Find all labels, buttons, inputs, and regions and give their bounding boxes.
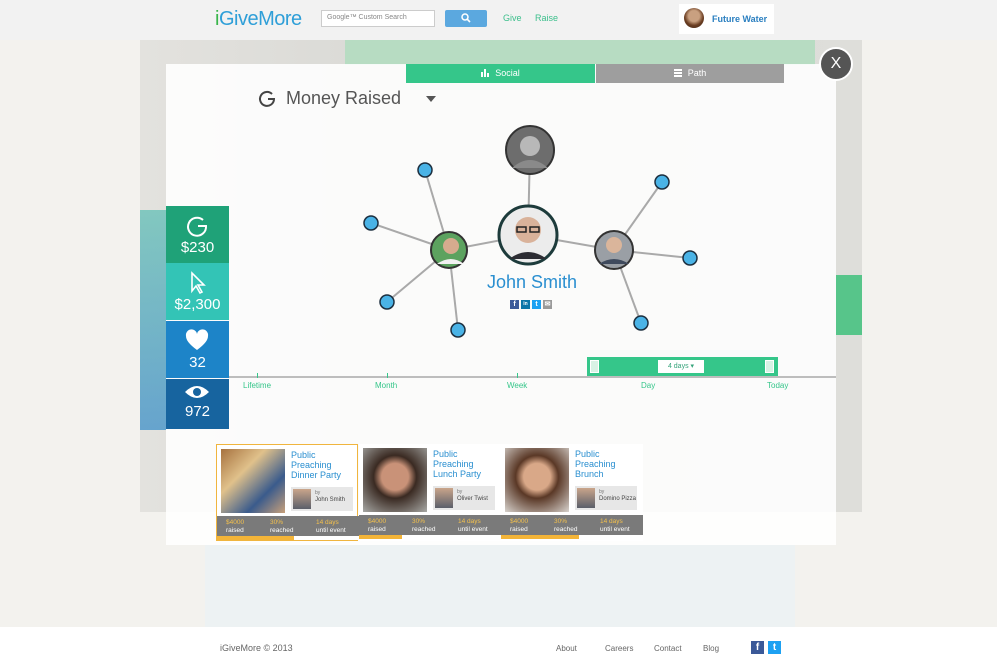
- timeline-label-lifetime[interactable]: Lifetime: [243, 381, 271, 390]
- days-value: 14 days: [316, 519, 339, 526]
- raised-label: raised: [510, 526, 528, 533]
- days-label: until event: [316, 527, 346, 534]
- graph-avatar-center[interactable]: [497, 204, 559, 266]
- reached-label: reached: [412, 526, 436, 533]
- footer: iGiveMore © 2013 About Careers Contact B…: [0, 627, 997, 665]
- author-by: by: [315, 490, 321, 496]
- author-name: John Smith: [315, 497, 346, 503]
- range-handle-right[interactable]: [765, 360, 774, 373]
- twitter-icon[interactable]: t: [768, 641, 781, 654]
- network-graph: [363, 125, 698, 338]
- person-name[interactable]: John Smith: [470, 272, 594, 293]
- copyright: iGiveMore © 2013: [220, 643, 293, 653]
- campaign-author[interactable]: by Oliver Twist: [433, 486, 495, 510]
- campaign-title[interactable]: Public Preaching Dinner Party: [291, 450, 355, 480]
- progress-bar: [359, 535, 402, 539]
- campaign-stats: $4000 raised 30% reached 14 days until even…: [501, 515, 643, 535]
- footer-link-careers[interactable]: Careers: [605, 644, 633, 653]
- timeline-range[interactable]: 4 days ▾: [587, 357, 778, 376]
- campaign-card[interactable]: Public Preaching Dinner Party by John Sm…: [216, 444, 359, 541]
- graph-node[interactable]: [654, 174, 670, 190]
- stat-given[interactable]: $230: [166, 206, 229, 263]
- raised-value: $4000: [510, 518, 529, 525]
- heart-icon: [185, 329, 209, 350]
- progress-bar: [217, 536, 294, 540]
- reached-label: reached: [270, 527, 294, 534]
- stat-clicks[interactable]: $2,300: [166, 263, 229, 320]
- timeline-label-month[interactable]: Month: [375, 381, 397, 390]
- stat-given-value: $230: [180, 239, 215, 256]
- email-icon[interactable]: ✉: [543, 300, 552, 309]
- timeline-label-day[interactable]: Day: [641, 381, 655, 390]
- footer-link-about[interactable]: About: [556, 644, 577, 653]
- timeline-track[interactable]: [229, 376, 836, 378]
- graph-avatar-top[interactable]: [505, 125, 555, 175]
- campaign-stats: $4000 raised 30% reached 14 days until even…: [359, 515, 501, 535]
- stat-views-value: 972: [184, 403, 211, 420]
- author-avatar: [435, 488, 453, 508]
- raised-value: $4000: [226, 519, 245, 526]
- graph-node[interactable]: [682, 250, 698, 266]
- campaign-title[interactable]: Public Preaching Brunch: [575, 449, 639, 479]
- reached-label: reached: [554, 526, 578, 533]
- timeline-label-today[interactable]: Today: [767, 381, 788, 390]
- progress-bar: [501, 535, 580, 539]
- graph-avatar-left[interactable]: [430, 231, 468, 269]
- author-name: Domino Pizza: [599, 496, 637, 502]
- graph-node[interactable]: [363, 215, 379, 231]
- timeline-label-week[interactable]: Week: [507, 381, 527, 390]
- footer-link-blog[interactable]: Blog: [703, 644, 719, 653]
- reached-value: 30%: [554, 518, 568, 525]
- campaign-image: [221, 449, 285, 513]
- range-handle-left[interactable]: [590, 360, 599, 373]
- give-icon: [187, 216, 208, 237]
- days-value: 14 days: [600, 518, 623, 525]
- days-label: until event: [600, 526, 630, 533]
- raised-label: raised: [226, 527, 244, 534]
- stat-clicks-value: $2,300: [174, 296, 221, 313]
- campaign-author[interactable]: by John Smith: [291, 487, 353, 511]
- author-by: by: [457, 489, 463, 495]
- timeline-tick: [517, 373, 518, 378]
- facebook-icon[interactable]: f: [751, 641, 764, 654]
- timeline-tick: [257, 373, 258, 378]
- days-value: 14 days: [458, 518, 481, 525]
- reached-value: 30%: [412, 518, 426, 525]
- days-label: until event: [458, 526, 488, 533]
- graph-avatar-right[interactable]: [594, 230, 634, 270]
- graph-node[interactable]: [417, 162, 433, 178]
- graph-node[interactable]: [379, 294, 395, 310]
- range-select[interactable]: 4 days ▾: [658, 360, 704, 373]
- twitter-icon[interactable]: t: [532, 300, 541, 309]
- stat-likes[interactable]: 32: [166, 321, 229, 378]
- reached-value: 30%: [270, 519, 284, 526]
- campaign-title[interactable]: Public Preaching Lunch Party: [433, 449, 497, 479]
- raised-label: raised: [368, 526, 386, 533]
- facebook-icon[interactable]: f: [510, 300, 519, 309]
- author-by: by: [599, 489, 605, 495]
- eye-icon: [185, 386, 209, 398]
- graph-node[interactable]: [633, 315, 649, 331]
- author-avatar: [577, 488, 595, 508]
- timeline-tick: [387, 373, 388, 378]
- campaign-author[interactable]: by Domino Pizza: [575, 486, 637, 510]
- cursor-icon: [191, 271, 206, 295]
- campaign-image: [505, 448, 569, 512]
- campaign-image: [363, 448, 427, 512]
- campaign-card[interactable]: Public Preaching Lunch Party by Oliver T…: [359, 444, 501, 541]
- campaign-stats: $4000 raised 30% reached 14 days until even…: [217, 516, 359, 536]
- graph-node[interactable]: [450, 322, 466, 338]
- campaign-card[interactable]: Public Preaching Brunch by Domino Pizza …: [501, 444, 643, 541]
- stat-likes-value: 32: [189, 354, 206, 371]
- linkedin-icon[interactable]: in: [521, 300, 530, 309]
- raised-value: $4000: [368, 518, 387, 525]
- author-name: Oliver Twist: [457, 496, 488, 502]
- footer-link-contact[interactable]: Contact: [654, 644, 682, 653]
- author-avatar: [293, 489, 311, 509]
- stat-views[interactable]: 972: [166, 379, 229, 429]
